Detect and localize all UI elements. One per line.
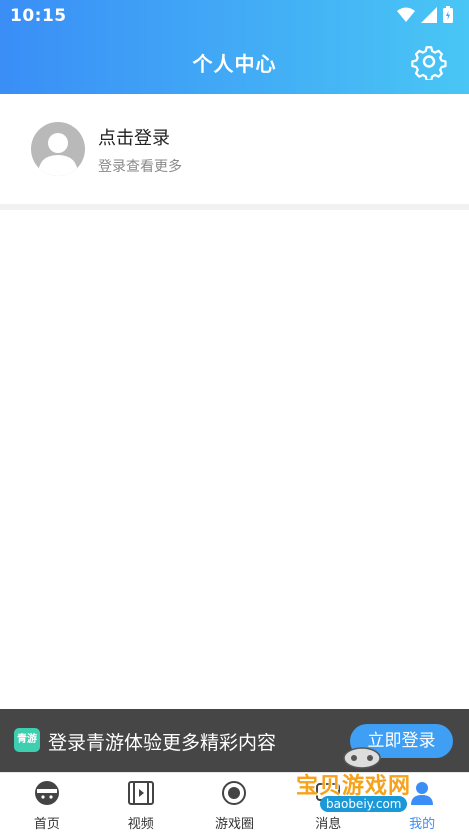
status-bar: 10:15 <box>0 0 469 32</box>
tab-label: 消息 <box>315 817 342 832</box>
header: 10:15 个人中心 <box>0 0 469 94</box>
page-title: 个人中心 <box>192 52 277 76</box>
tab-video[interactable]: 视频 <box>94 773 188 834</box>
tab-home[interactable]: 首页 <box>0 773 94 834</box>
film-icon <box>127 781 154 805</box>
login-subtitle: 登录查看更多 <box>98 159 182 175</box>
app-logo: 青游 <box>14 728 40 752</box>
watermark: 宝贝游戏网 baobeiy.com <box>292 742 442 812</box>
login-card[interactable]: 点击登录 登录查看更多 <box>0 94 469 204</box>
tab-game-circle[interactable]: 游戏圈 <box>188 773 282 834</box>
signal-icon <box>421 6 437 23</box>
gamepad-icon <box>343 747 381 769</box>
avatar[interactable] <box>31 122 85 176</box>
tab-label: 首页 <box>33 817 60 832</box>
status-time: 10:15 <box>10 6 67 26</box>
status-icons <box>397 6 453 23</box>
gear-icon[interactable] <box>411 44 447 80</box>
tab-label: 视频 <box>127 817 154 832</box>
watermark-url: baobeiy.com <box>320 796 408 812</box>
banner-text: 登录青游体验更多精彩内容 <box>48 732 277 754</box>
planet-icon <box>222 781 247 805</box>
login-title[interactable]: 点击登录 <box>98 124 170 150</box>
default-avatar-icon <box>38 133 78 176</box>
wifi-icon <box>397 7 415 22</box>
home-face-icon <box>34 781 59 805</box>
tab-label: 游戏圈 <box>214 817 254 832</box>
tab-label: 我的 <box>409 817 436 832</box>
section-divider <box>0 204 469 210</box>
battery-icon <box>443 6 453 23</box>
